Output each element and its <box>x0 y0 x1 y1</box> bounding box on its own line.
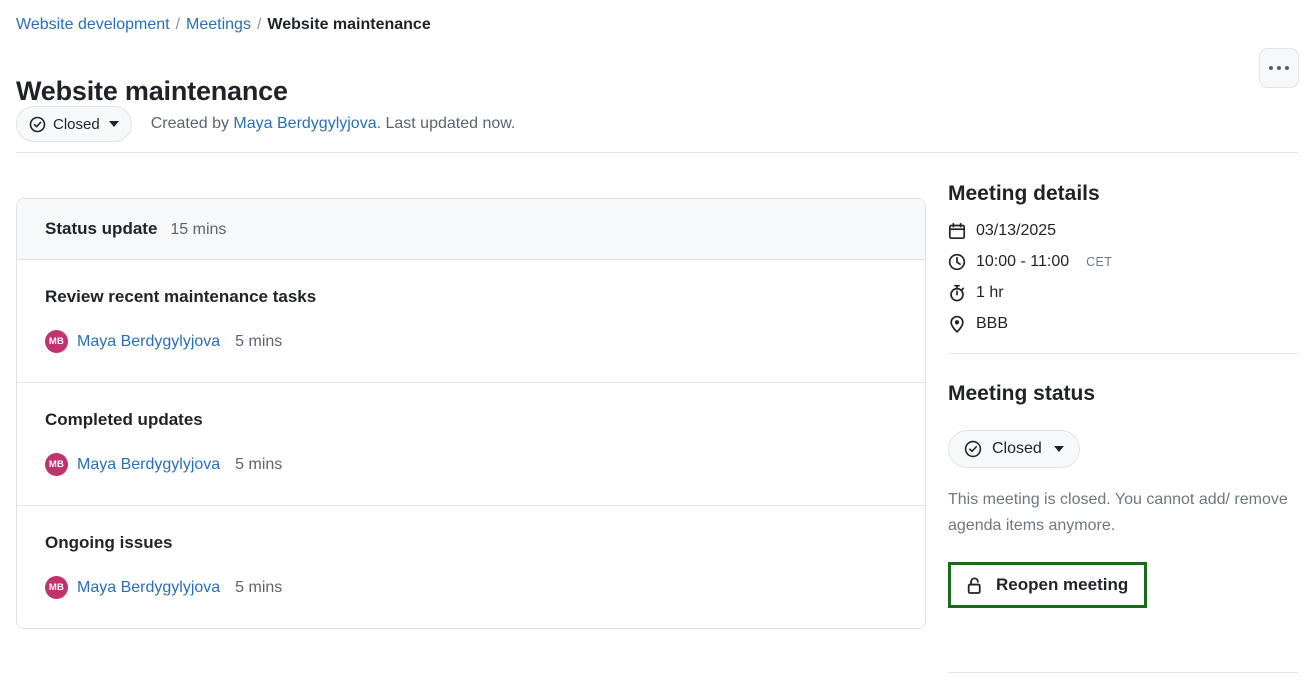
reopen-meeting-highlight: Reopen meeting <box>948 562 1148 608</box>
meeting-detail-page: Website development / Meetings / Website mai… <box>0 0 1315 682</box>
meeting-status-heading: Meeting status <box>948 382 1096 405</box>
location-pin-icon <box>948 315 966 333</box>
check-circle-icon <box>964 440 982 458</box>
meeting-timezone: CET <box>1086 255 1113 269</box>
clock-icon <box>948 253 966 271</box>
agenda-item-person-link[interactable]: Maya Berdygylyjova <box>77 456 220 474</box>
agenda-card: Status update 15 mins Review recent main… <box>16 198 926 629</box>
agenda-item[interactable]: Completed updates MB Maya Berdygylyjova … <box>17 382 925 505</box>
header-divider <box>16 152 1298 153</box>
meeting-duration: 1 hr <box>976 284 1004 301</box>
meeting-date: 03/13/2025 <box>976 222 1057 239</box>
agenda-item[interactable]: Ongoing issues MB Maya Berdygylyjova 5 m… <box>17 505 925 628</box>
agenda-item-title: Ongoing issues <box>45 533 173 552</box>
breadcrumb-separator: / <box>175 16 181 33</box>
agenda-item-owner: MB Maya Berdygylyjova 5 mins <box>45 576 897 599</box>
kebab-dot <box>1277 66 1281 70</box>
header-status-dropdown[interactable]: Closed <box>16 106 132 142</box>
created-by-suffix: . Last updated now. <box>376 115 516 132</box>
detail-row-location: BBB <box>948 315 1298 333</box>
detail-row-date: 03/13/2025 <box>948 222 1298 240</box>
header-status-label: Closed <box>53 115 100 133</box>
page-title: Website maintenance <box>16 76 288 107</box>
agenda-section-header: Status update 15 mins <box>17 199 925 260</box>
created-by-text: Created by Maya Berdygylyjova. Last upda… <box>151 113 516 135</box>
meta-row: Closed Created by Maya Berdygylyjova. La… <box>16 106 515 142</box>
avatar: MB <box>45 330 68 353</box>
calendar-icon <box>948 222 966 240</box>
agenda-section-duration: 15 mins <box>170 221 227 238</box>
check-circle-icon <box>29 116 46 133</box>
created-by-prefix: Created by <box>150 115 234 132</box>
breadcrumb-separator: / <box>256 16 262 33</box>
meeting-status-block: Meeting status Closed This meeting is cl… <box>948 380 1298 608</box>
chevron-down-icon <box>108 121 119 127</box>
stopwatch-icon <box>948 284 966 302</box>
meeting-details-heading: Meeting details <box>948 182 1100 205</box>
meeting-time-range: 10:00 - 11:00 <box>976 253 1070 270</box>
avatar: MB <box>45 576 68 599</box>
sidebar-divider <box>948 353 1298 354</box>
breadcrumb: Website development / Meetings / Website mai… <box>16 14 431 36</box>
detail-row-time: 10:00 - 11:00 CET <box>948 253 1298 271</box>
sidebar-bottom-divider <box>948 672 1298 673</box>
meeting-closed-note: This meeting is closed. You cannot add/ … <box>948 491 1288 534</box>
kebab-dot <box>1285 66 1289 70</box>
meeting-status-value: Closed <box>992 440 1042 457</box>
breadcrumb-item-current: Website maintenance <box>267 16 431 33</box>
agenda-item-title: Review recent maintenance tasks <box>45 287 317 306</box>
kebab-dot <box>1269 66 1273 70</box>
breadcrumb-item-website-development[interactable]: Website development <box>16 16 170 33</box>
agenda-item-person-link[interactable]: Maya Berdygylyjova <box>77 333 220 351</box>
reopen-meeting-label: Reopen meeting <box>996 575 1129 594</box>
reopen-meeting-button[interactable]: Reopen meeting <box>951 565 1145 605</box>
agenda-item[interactable]: Review recent maintenance tasks MB Maya … <box>17 260 925 382</box>
agenda-section-title: Status update <box>45 219 158 238</box>
unlock-icon <box>965 576 984 595</box>
chevron-down-icon <box>1053 446 1064 452</box>
avatar: MB <box>45 453 68 476</box>
agenda-item-title: Completed updates <box>45 410 203 429</box>
kebab-horizontal-icon[interactable] <box>1259 48 1299 88</box>
breadcrumb-item-meetings[interactable]: Meetings <box>186 16 251 33</box>
author-link[interactable]: Maya Berdygylyjova <box>233 115 376 132</box>
agenda-item-duration: 5 mins <box>235 578 283 596</box>
agenda-item-duration: 5 mins <box>235 332 283 350</box>
detail-row-duration: 1 hr <box>948 284 1298 302</box>
agenda-item-owner: MB Maya Berdygylyjova 5 mins <box>45 453 897 476</box>
meeting-status-dropdown[interactable]: Closed <box>948 430 1080 468</box>
meeting-sidebar: Meeting details 03/13/2025 10:00 - 11:00… <box>948 180 1298 608</box>
agenda-item-person-link[interactable]: Maya Berdygylyjova <box>77 579 220 597</box>
meeting-location: BBB <box>976 315 1009 332</box>
agenda-item-owner: MB Maya Berdygylyjova 5 mins <box>45 330 897 353</box>
agenda-item-duration: 5 mins <box>235 455 283 473</box>
